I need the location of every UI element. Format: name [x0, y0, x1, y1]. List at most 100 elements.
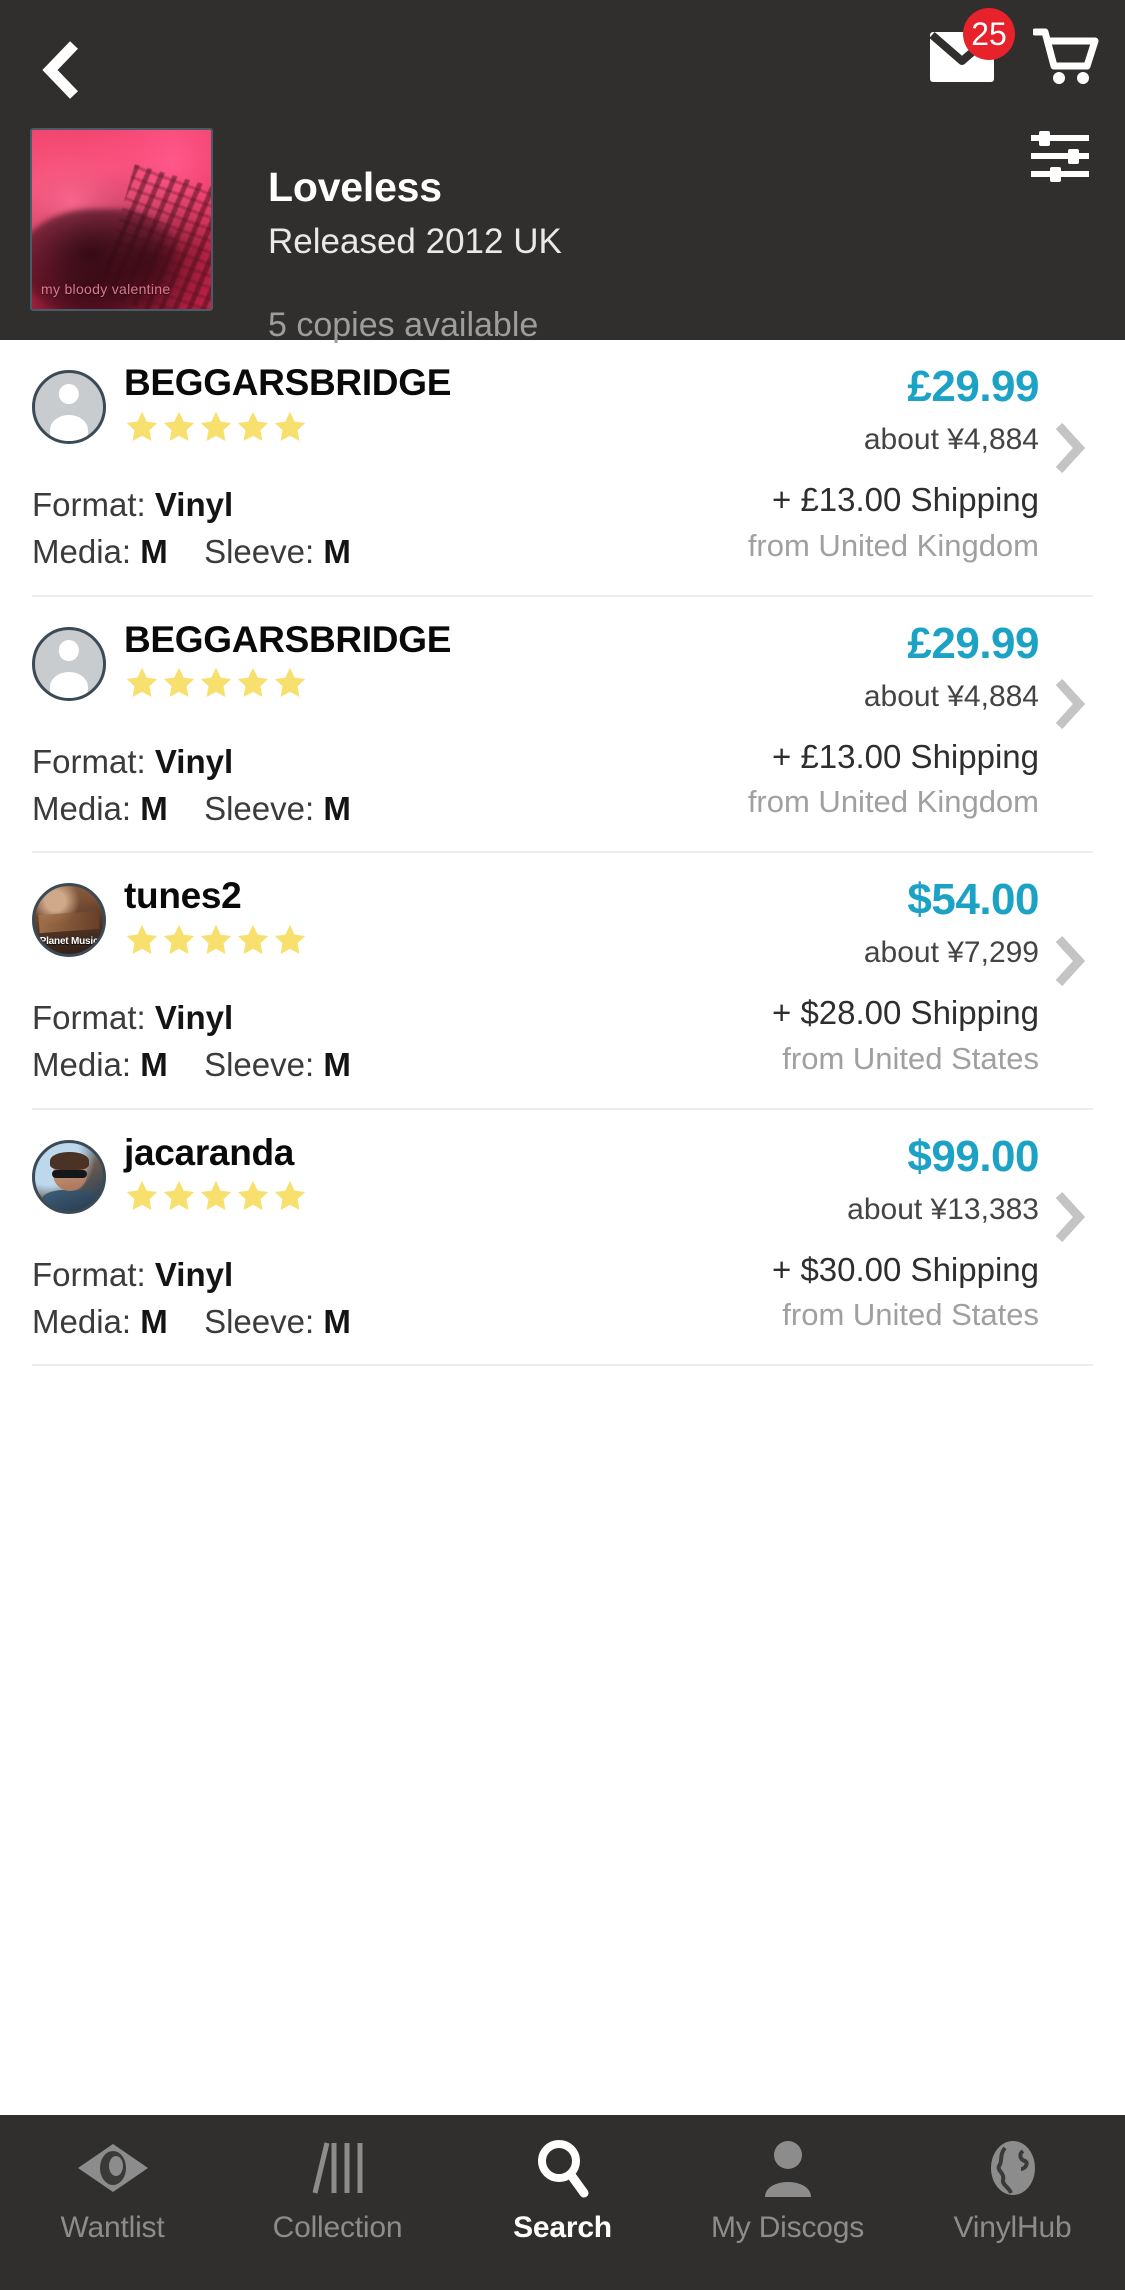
- shipping-origin: from United States: [782, 1040, 1039, 1076]
- sleeve-value: M: [323, 533, 351, 571]
- sleeve-value: M: [323, 789, 351, 827]
- listing-row[interactable]: BEGGARSBRIDGE £29.99 about ¥4,884 Format…: [32, 597, 1093, 853]
- media-sleeve-line: Media: M Sleeve: M: [32, 788, 351, 829]
- listing-row[interactable]: Planet Music tunes2 $54.00 about ¥7,299 …: [32, 853, 1093, 1110]
- star-icon: [237, 1181, 269, 1211]
- cart-button[interactable]: [1031, 28, 1099, 91]
- shopping-cart-icon: [1031, 28, 1099, 91]
- marketplace-listings: BEGGARSBRIDGE £29.99 about ¥4,884 Format…: [0, 340, 1125, 2115]
- sleeve-label: Sleeve:: [204, 1046, 315, 1084]
- listing-bottom: Format: Vinyl Media: M Sleeve: M + $28.0…: [32, 994, 1093, 1086]
- media-label: Media:: [32, 533, 132, 571]
- seller-info: BEGGARSBRIDGE: [124, 620, 451, 702]
- star-icon: [126, 411, 158, 441]
- listing-detail-button[interactable]: [1047, 677, 1093, 737]
- seller-block[interactable]: jacaranda: [32, 1133, 308, 1215]
- release-cover-art[interactable]: my bloody valentine: [30, 128, 213, 311]
- chevron-right-icon: [1053, 421, 1087, 480]
- person-icon: [761, 2137, 815, 2199]
- listing-price: £29.99: [907, 618, 1039, 668]
- seller-info: jacaranda: [124, 1133, 308, 1215]
- media-label: Media:: [32, 789, 132, 827]
- listing-bottom: Format: Vinyl Media: M Sleeve: M + £13.0…: [32, 481, 1093, 573]
- listing-row[interactable]: jacaranda $99.00 about ¥13,383 Format: V…: [32, 1110, 1093, 1366]
- star-icon: [200, 1181, 232, 1211]
- filter-button[interactable]: [1025, 128, 1095, 188]
- media-value: M: [140, 1046, 168, 1084]
- listing-row[interactable]: BEGGARSBRIDGE £29.99 about ¥4,884 Format…: [32, 340, 1093, 597]
- back-button[interactable]: [20, 30, 100, 110]
- listing-detail-button[interactable]: [1047, 420, 1093, 480]
- media-value: M: [140, 533, 168, 571]
- cover-artist-watermark: my bloody valentine: [41, 281, 171, 297]
- star-icon: [163, 668, 195, 698]
- star-icon: [126, 1181, 158, 1211]
- sleeve-value: M: [323, 1302, 351, 1340]
- seller-name[interactable]: BEGGARSBRIDGE: [124, 620, 451, 660]
- header-actions: 25: [929, 8, 1099, 91]
- release-summary[interactable]: my bloody valentine Loveless Released 20…: [30, 128, 562, 346]
- media-value: M: [140, 789, 168, 827]
- format-label: Format:: [32, 486, 146, 523]
- format-line: Format: Vinyl: [32, 741, 351, 782]
- media-sleeve-line: Media: M Sleeve: M: [32, 1301, 351, 1342]
- star-icon: [237, 668, 269, 698]
- listing-detail-button[interactable]: [1047, 933, 1093, 993]
- tab-label: VinylHub: [953, 2211, 1072, 2244]
- listing-top: jacaranda $99.00 about ¥13,383: [32, 1133, 1093, 1243]
- listing-detail-button[interactable]: [1047, 1190, 1093, 1250]
- condition-block: Format: Vinyl Media: M Sleeve: M: [32, 741, 351, 830]
- tab-label: Search: [513, 2211, 612, 2244]
- condition-block: Format: Vinyl Media: M Sleeve: M: [32, 1254, 351, 1343]
- format-label: Format:: [32, 742, 146, 780]
- seller-info: BEGGARSBRIDGE: [124, 363, 451, 445]
- seller-block[interactable]: BEGGARSBRIDGE: [32, 620, 451, 702]
- seller-name[interactable]: BEGGARSBRIDGE: [124, 363, 451, 403]
- media-sleeve-line: Media: M Sleeve: M: [32, 1044, 351, 1085]
- messages-badge: 25: [963, 8, 1015, 60]
- star-icon: [274, 1181, 306, 1211]
- seller-avatar[interactable]: Planet Music: [32, 883, 106, 957]
- tab-search[interactable]: Search: [450, 2137, 675, 2245]
- price-block: $54.00 about ¥7,299: [519, 876, 1040, 971]
- tab-label: Wantlist: [60, 2211, 165, 2244]
- seller-avatar[interactable]: [32, 1139, 106, 1214]
- tab-my-discogs[interactable]: My Discogs: [675, 2137, 900, 2245]
- seller-rating-stars: [124, 665, 451, 701]
- star-icon: [274, 924, 306, 954]
- listing-price-approx: about ¥13,383: [847, 1192, 1039, 1226]
- tab-wantlist[interactable]: Wantlist: [0, 2137, 225, 2245]
- globe-icon: [985, 2137, 1041, 2199]
- star-icon: [237, 411, 269, 441]
- seller-block[interactable]: Planet Music tunes2: [32, 876, 308, 958]
- records-icon: [303, 2137, 373, 2199]
- seller-avatar[interactable]: [32, 626, 106, 701]
- format-label: Format:: [32, 1255, 146, 1293]
- shipping-block: + $28.00 Shipping from United States: [479, 993, 1039, 1077]
- magnifier-icon: [534, 2137, 592, 2199]
- star-icon: [126, 668, 158, 698]
- chevron-right-icon: [1053, 677, 1087, 736]
- listing-bottom: Format: Vinyl Media: M Sleeve: M + £13.0…: [32, 738, 1093, 830]
- shipping-price: + £13.00 Shipping: [772, 737, 1039, 775]
- star-icon: [163, 1181, 195, 1211]
- tab-collection[interactable]: Collection: [225, 2137, 450, 2245]
- seller-avatar[interactable]: [32, 370, 106, 444]
- avatar-sunglasses-detail: [52, 1169, 88, 1178]
- format-value: Vinyl: [154, 486, 234, 523]
- format-value: Vinyl: [154, 1255, 234, 1293]
- listing-bottom: Format: Vinyl Media: M Sleeve: M + $30.0…: [32, 1251, 1093, 1343]
- format-value: Vinyl: [154, 999, 234, 1036]
- media-value: M: [140, 1302, 168, 1340]
- shipping-origin: from United Kingdom: [747, 784, 1039, 820]
- sliders-filter-icon: [1029, 129, 1091, 188]
- tab-vinylhub[interactable]: VinylHub: [900, 2137, 1125, 2245]
- seller-block[interactable]: BEGGARSBRIDGE: [32, 363, 451, 445]
- seller-rating-stars: [124, 1178, 308, 1214]
- seller-name[interactable]: tunes2: [124, 876, 308, 916]
- shipping-block: + £13.00 Shipping from United Kingdom: [479, 737, 1039, 821]
- seller-name[interactable]: jacaranda: [124, 1133, 308, 1173]
- chevron-right-icon: [1053, 1190, 1087, 1249]
- bottom-tab-bar: Wantlist Collection Search My Discogs Vi…: [0, 2115, 1125, 2290]
- messages-button[interactable]: 25: [929, 8, 1015, 89]
